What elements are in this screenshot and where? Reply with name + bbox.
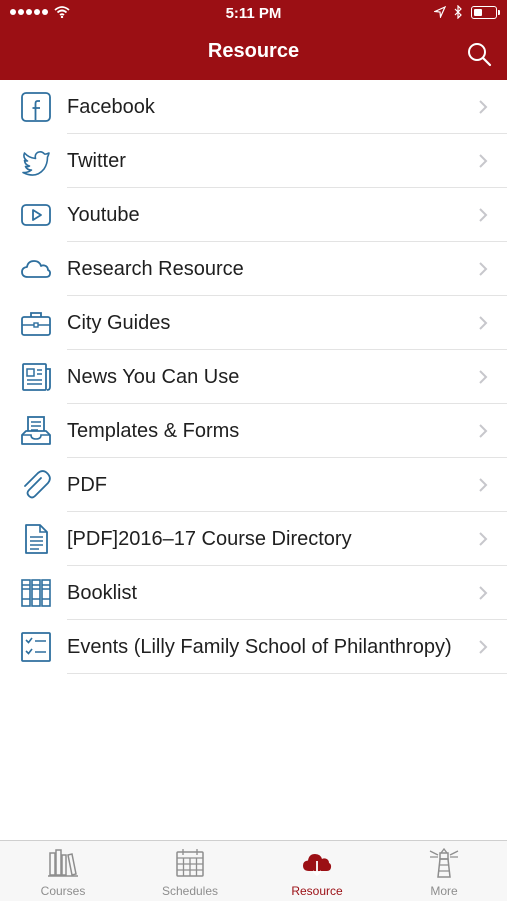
chevron-right-icon (479, 100, 488, 114)
briefcase-icon (21, 312, 51, 336)
facebook-icon (21, 92, 51, 122)
chevron-right-icon (479, 316, 488, 330)
list-item-label: [PDF]2016–17 Course Directory (67, 528, 352, 550)
list-item-twitter[interactable]: Twitter (0, 134, 507, 188)
twitter-icon (22, 150, 50, 176)
list-item-label: Booklist (67, 582, 138, 604)
resource-list: Facebook Twitter Youtube Research Resour… (0, 80, 507, 674)
status-indicators (434, 5, 500, 19)
cloud-download-icon (303, 854, 332, 877)
status-time: 5:11 PM (225, 5, 282, 22)
list-item-label: Twitter (67, 150, 126, 172)
tab-label: Resource (291, 884, 343, 898)
list-item-label: PDF (67, 474, 107, 496)
chevron-right-icon (479, 154, 488, 168)
tab-label: Schedules (161, 884, 219, 898)
status-bar: 5:11 PM (0, 0, 507, 28)
list-item-research-resource[interactable]: Research Resource (0, 242, 507, 296)
list-item-templates-forms[interactable]: Templates & Forms (0, 404, 507, 458)
tab-bar: Courses Schedules Resource More (0, 840, 507, 901)
chevron-right-icon (479, 586, 488, 600)
list-item-label: News You Can Use (67, 366, 240, 388)
list-item-label: Research Resource (67, 258, 244, 280)
list-item-label: Templates & Forms (67, 420, 240, 442)
document-icon (25, 524, 48, 554)
tab-resource[interactable]: Resource (254, 841, 380, 901)
books-shelf-icon (48, 849, 78, 877)
row-divider (67, 673, 507, 674)
location-arrow-icon (434, 6, 446, 18)
list-item-pdf[interactable]: PDF (0, 458, 507, 512)
navigation-header: 5:11 PM Resource (0, 0, 507, 80)
list-item-city-guides[interactable]: City Guides (0, 296, 507, 350)
forms-tray-icon (21, 416, 51, 445)
tab-label: More (430, 884, 458, 898)
list-item-booklist[interactable]: Booklist (0, 566, 507, 620)
bluetooth-icon (454, 5, 462, 19)
chevron-right-icon (479, 262, 488, 276)
list-item-course-directory[interactable]: [PDF]2016–17 Course Directory (0, 512, 507, 566)
lighthouse-icon (429, 847, 459, 878)
tab-more[interactable]: More (381, 841, 507, 901)
list-item-label: Events (Lilly Family School of Philanthr… (67, 636, 452, 658)
chevron-right-icon (479, 478, 488, 492)
chevron-right-icon (479, 424, 488, 438)
tab-schedules[interactable]: Schedules (127, 841, 253, 901)
list-item-youtube[interactable]: Youtube (0, 188, 507, 242)
tab-courses[interactable]: Courses (0, 841, 126, 901)
list-item-news-you-can-use[interactable]: News You Can Use (0, 350, 507, 404)
search-icon[interactable] (465, 40, 493, 68)
tab-label: Courses (40, 884, 86, 898)
battery-icon (471, 5, 500, 19)
paperclip-icon (24, 470, 51, 499)
checklist-icon (21, 632, 51, 662)
chevron-right-icon (479, 370, 488, 384)
chevron-right-icon (479, 532, 488, 546)
list-item-facebook[interactable]: Facebook (0, 80, 507, 134)
cloud-icon (21, 260, 51, 278)
list-item-label: City Guides (67, 312, 171, 334)
chevron-right-icon (479, 640, 488, 654)
page-title: Resource (207, 40, 300, 62)
newspaper-icon (22, 363, 51, 391)
list-item-events[interactable]: Events (Lilly Family School of Philanthr… (0, 620, 507, 674)
list-item-label: Facebook (67, 96, 155, 118)
chevron-right-icon (479, 208, 488, 222)
calendar-icon (176, 849, 204, 877)
youtube-icon (21, 204, 51, 226)
books-icon (21, 579, 51, 607)
list-item-label: Youtube (67, 204, 140, 226)
